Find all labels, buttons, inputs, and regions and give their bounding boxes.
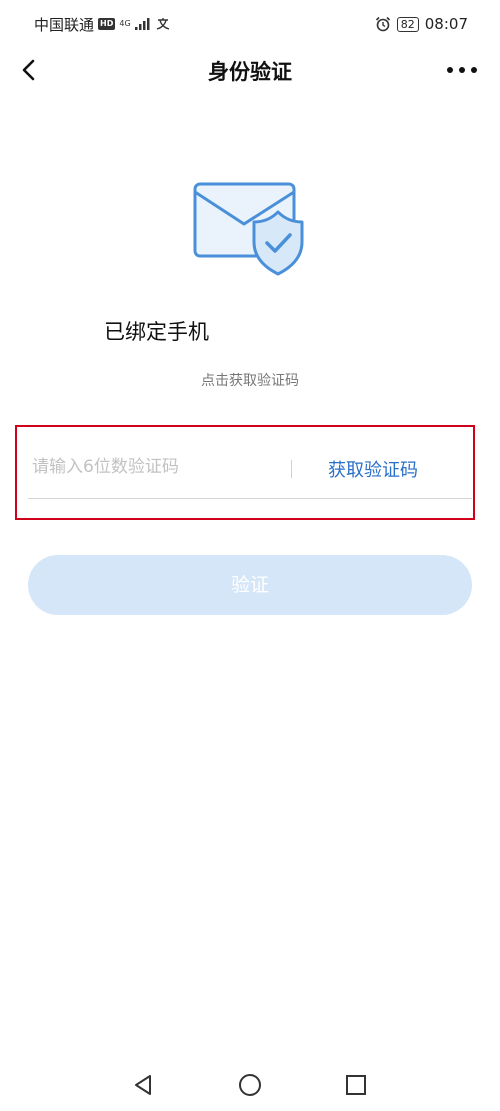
hd-badge: HD xyxy=(98,18,116,30)
verification-illustration xyxy=(190,180,310,278)
system-back-button[interactable] xyxy=(130,1072,156,1098)
carrier-name: 中国联通 xyxy=(34,15,95,34)
network-type: 4G xyxy=(119,19,131,28)
verification-code-input[interactable] xyxy=(28,450,286,484)
clock-time: 08:07 xyxy=(424,15,468,33)
more-button[interactable] xyxy=(444,56,480,84)
system-navigation-bar xyxy=(0,1060,500,1111)
get-code-hint: 点击获取验证码 xyxy=(0,370,500,390)
input-divider xyxy=(291,460,292,478)
page-title: 身份验证 xyxy=(208,60,292,84)
status-right: 82 08:07 xyxy=(375,14,468,34)
hint-text: 点击获取验证码 xyxy=(201,373,299,389)
get-code-button[interactable]: 获取验证码 xyxy=(328,456,418,482)
system-recent-button[interactable] xyxy=(344,1073,368,1097)
battery-level: 82 xyxy=(396,16,419,32)
square-recent-icon xyxy=(346,1075,366,1095)
code-input-row: 获取验证码 xyxy=(28,440,472,499)
status-left: 中国联通 HD 4G xyxy=(34,14,171,34)
triangle-back-icon xyxy=(135,1075,151,1095)
translate-icon xyxy=(156,18,169,30)
status-bar: 中国联通 HD 4G 82 08:07 xyxy=(0,0,500,48)
signal-icon xyxy=(134,18,150,30)
screen: 中国联通 HD 4G 82 08:07 身份验证 已绑定手机 点击获取验证码 请… xyxy=(0,0,500,1111)
circle-home-icon xyxy=(239,1074,261,1096)
bound-phone-title: 已绑定手机 xyxy=(104,320,209,344)
verify-button[interactable]: 验证 xyxy=(28,555,472,615)
envelope-shield-check-icon xyxy=(193,182,304,276)
more-dots-icon xyxy=(447,67,477,73)
navigation-bar: 身份验证 xyxy=(0,48,500,92)
system-home-button[interactable] xyxy=(237,1072,263,1098)
alarm-clock-icon xyxy=(375,16,390,32)
